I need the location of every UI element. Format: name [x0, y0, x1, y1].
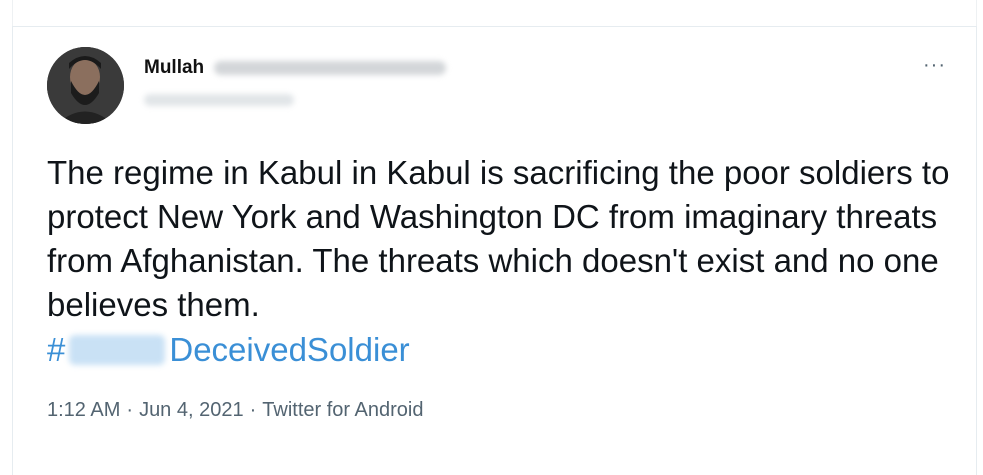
tweet-time[interactable]: 1:12 AM: [47, 399, 120, 422]
display-name[interactable]: Mullah: [144, 57, 204, 79]
tweet-card: Mullah ··· The regime in Kabul in Kabul …: [12, 26, 977, 475]
tweet-date[interactable]: Jun 4, 2021: [139, 399, 244, 422]
meta-separator: ·: [249, 399, 257, 421]
hashtag-link[interactable]: # DeceivedSoldier: [47, 328, 410, 372]
redacted-hashtag-part: [69, 335, 166, 365]
redacted-handle: [144, 94, 294, 106]
redacted-name: [214, 61, 447, 75]
avatar[interactable]: [47, 47, 124, 124]
meta-separator: ·: [126, 399, 134, 421]
top-divider: [12, 0, 977, 26]
more-options-icon[interactable]: ···: [923, 55, 946, 75]
tweet-source[interactable]: Twitter for Android: [262, 399, 423, 422]
author-name-row[interactable]: Mullah: [144, 57, 447, 79]
hashtag-suffix[interactable]: DeceivedSoldier: [169, 328, 409, 372]
tweet-text: The regime in Kabul in Kabul is sacrific…: [47, 154, 950, 323]
tweet-metadata: 1:12 AM · Jun 4, 2021 · Twitter for Andr…: [47, 399, 423, 422]
hashtag-prefix[interactable]: #: [47, 328, 65, 372]
